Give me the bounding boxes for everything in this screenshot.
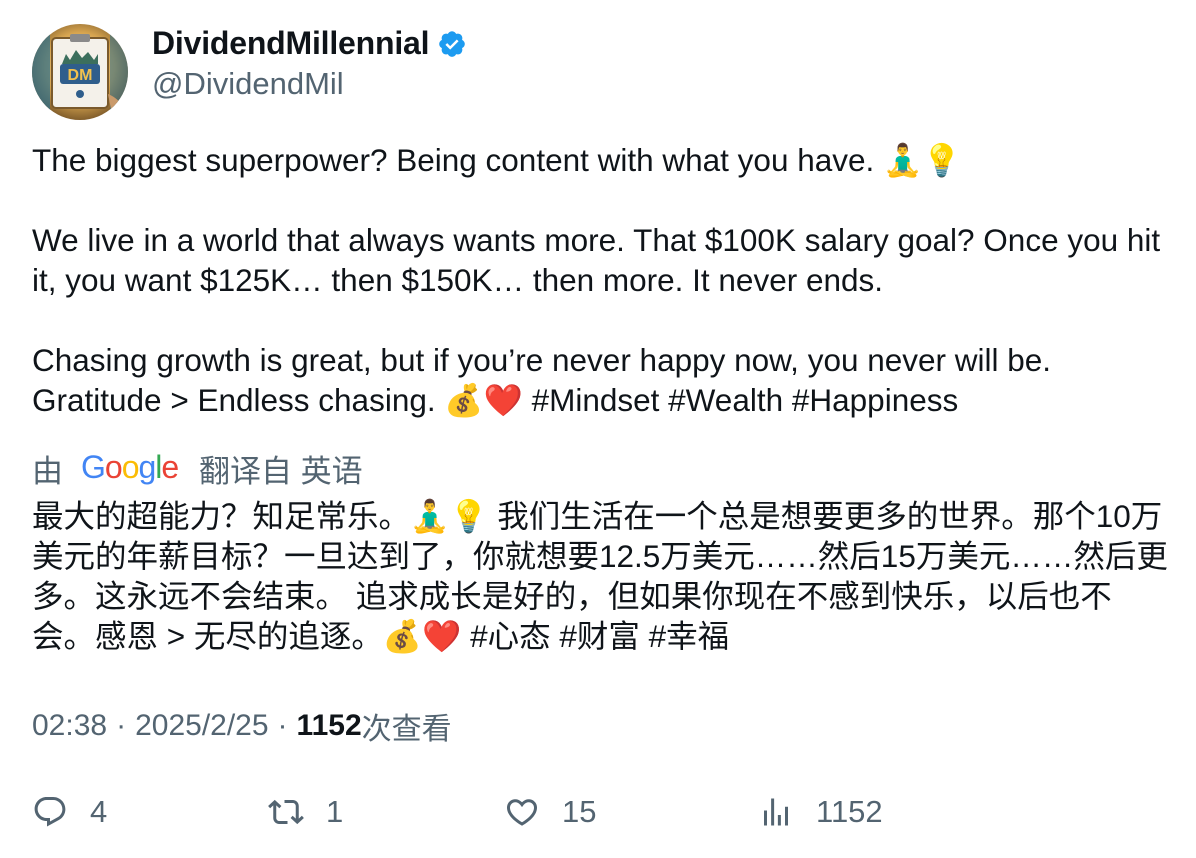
svg-text:Google: Google (81, 450, 178, 485)
tweet-paragraph-1: The biggest superpower? Being content wi… (32, 142, 962, 178)
translation-source-link[interactable]: 翻译自 英语 (199, 446, 363, 491)
meta-separator-2: · (277, 709, 288, 742)
tweet-paragraph-3: Chasing growth is great, but if you’re n… (32, 340, 1172, 420)
tweet-header: DM DividendMillennial @DividendMil (32, 24, 467, 120)
hashtags[interactable]: #Mindset #Wealth #Happiness (532, 382, 959, 418)
avatar-image: DM (32, 24, 128, 120)
reply-icon (34, 797, 66, 827)
tweet-paragraph-2: We live in a world that always wants mor… (32, 222, 1161, 298)
like-button[interactable]: 15 (504, 790, 596, 834)
translated-text: 最大的超能力？知足常乐。🧘‍♂️💡 我们生活在一个总是想要更多的世界。那个10万… (32, 498, 1168, 654)
views-button[interactable]: 1152 (758, 790, 883, 834)
reply-count: 4 (90, 794, 108, 829)
display-name[interactable]: DividendMillennial (152, 25, 430, 62)
meta-separator: · (116, 709, 127, 742)
avatar-text: DM (68, 67, 93, 84)
retweet-count: 1 (326, 794, 344, 829)
avatar[interactable]: DM (32, 24, 128, 120)
tweet-meta: 02:38 · 2025/2/25 · 1152 次查看 (32, 704, 452, 748)
heart-icon (506, 799, 538, 826)
google-logo-icon: Google (81, 450, 179, 485)
retweet-button[interactable]: 1 (268, 790, 343, 834)
views-count: 1152 (296, 709, 362, 742)
tweet-date[interactable]: 2025/2/25 (135, 709, 268, 743)
retweet-icon (268, 799, 304, 825)
author-identity: DividendMillennial @DividendMil (152, 24, 467, 102)
views-label: 次查看 (361, 713, 452, 746)
views-action-count: 1152 (816, 794, 883, 829)
translation-attribution: 由 Google 翻译自 英语 (32, 447, 363, 489)
like-count: 15 (562, 794, 597, 829)
translation-prefix: 由 (32, 453, 63, 489)
analytics-icon (764, 798, 788, 826)
tweet-body: The biggest superpower? Being content wi… (32, 140, 1172, 420)
reply-button[interactable]: 4 (32, 790, 107, 834)
user-handle[interactable]: @DividendMil (152, 66, 467, 102)
google-logo: Google (81, 450, 179, 486)
verified-badge-icon[interactable] (437, 29, 467, 59)
tweet-time[interactable]: 02:38 (32, 709, 107, 743)
action-bar: 4 1 15 1152 (32, 790, 1172, 834)
